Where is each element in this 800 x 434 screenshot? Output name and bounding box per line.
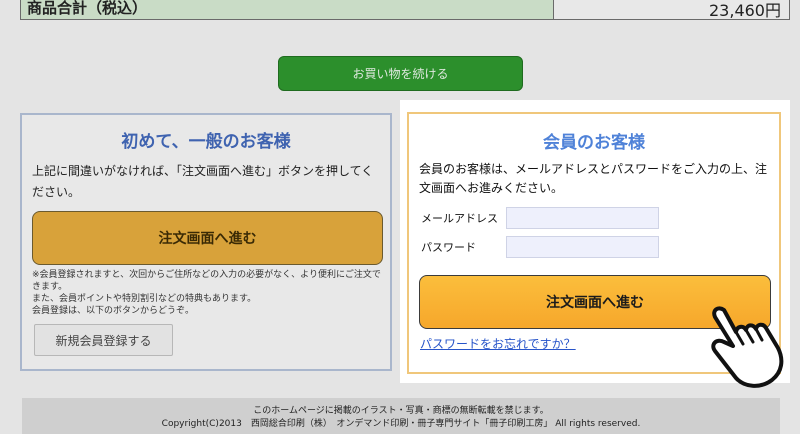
guest-panel-title: 初めて、一般のお客様 bbox=[121, 132, 291, 152]
footer-copyright: Copyright(C)2013 西岡総合印刷（株） オンデマンド印刷・冊子専門… bbox=[161, 419, 641, 429]
site-footer: このホームページに掲載のイラスト・写真・商標の無断転載を禁じます。 Copyri… bbox=[22, 398, 780, 434]
password-label: パスワード bbox=[421, 241, 476, 254]
password-field[interactable] bbox=[506, 236, 659, 258]
email-field[interactable] bbox=[506, 207, 659, 229]
forgot-password-link[interactable]: パスワードをお忘れですか？ bbox=[420, 335, 576, 352]
guest-registration-note: ※会員登録されますと、次回からご住所などの入力の必要がなく、より便利にご注文でき… bbox=[32, 269, 382, 317]
continue-shopping-button[interactable]: お買い物を続ける bbox=[278, 56, 523, 91]
guest-panel-description: 上記に間違いがなければ、「注文画面へ進む」ボタンを押してください。 bbox=[32, 164, 374, 199]
guest-panel: 初めて、一般のお客様 上記に間違いがなければ、「注文画面へ進む」ボタンを押してく… bbox=[20, 113, 392, 371]
order-total-label: 商品合計（税込） bbox=[21, 0, 554, 19]
email-row: メールアドレス bbox=[421, 207, 659, 229]
register-member-button[interactable]: 新規会員登録する bbox=[34, 324, 173, 356]
page-background: 商品合計（税込） 23,460円 お買い物を続ける 初めて、一般のお客様 上記に… bbox=[0, 0, 800, 434]
password-row: パスワード bbox=[421, 236, 659, 258]
note-line: ※会員登録されますと、次回からご住所などの入力の必要がなく、より便利にご注文でき… bbox=[32, 270, 381, 292]
hand-pointer-icon bbox=[711, 306, 784, 388]
guest-proceed-button[interactable]: 注文画面へ進む bbox=[32, 211, 383, 265]
note-line: 会員登録は、以下のボタンからどうぞ。 bbox=[32, 306, 195, 316]
order-total-row: 商品合計（税込） 23,460円 bbox=[20, 0, 790, 20]
footer-notice: このホームページに掲載のイラスト・写真・商標の無断転載を禁じます。 bbox=[253, 406, 549, 416]
member-panel-title: 会員のお客様 bbox=[543, 133, 645, 153]
note-line: また、会員ポイントや特別割引などの特典もあります。 bbox=[32, 294, 257, 304]
email-label: メールアドレス bbox=[421, 212, 498, 225]
member-panel-description: 会員のお客様は、メールアドレスとパスワードをご入力の上、注文画面へお進みください… bbox=[419, 162, 768, 195]
order-total-value: 23,460円 bbox=[554, 0, 789, 20]
